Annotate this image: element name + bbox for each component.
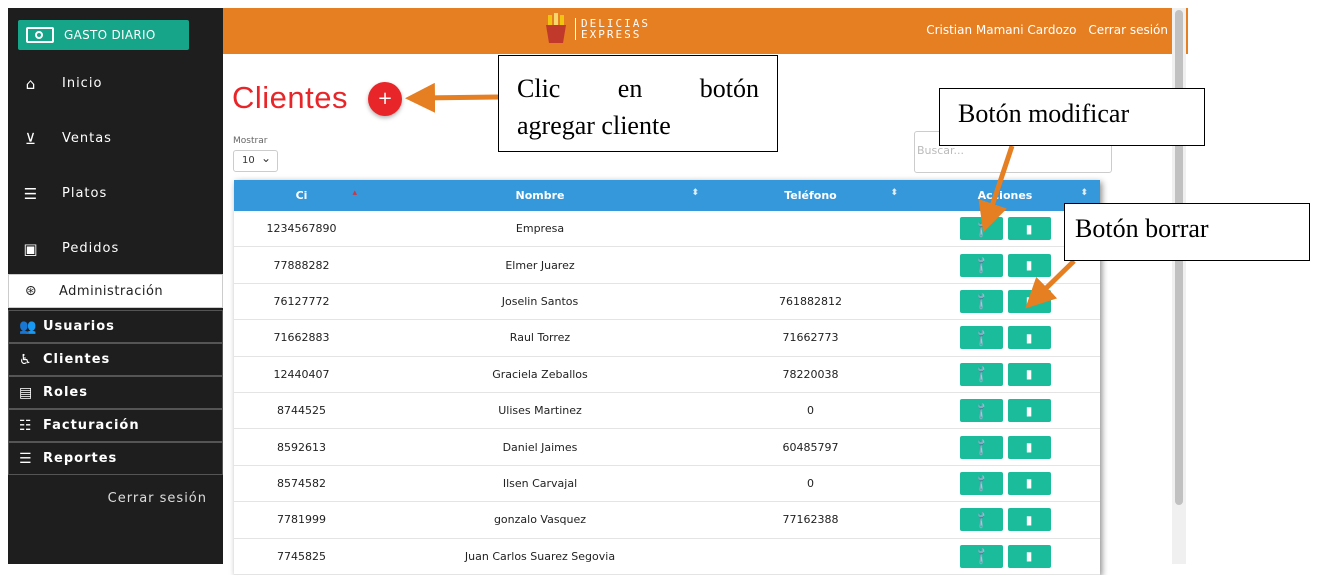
arrow-to-add-button	[405, 82, 499, 113]
arrow-to-edit-button	[978, 145, 1015, 233]
arrow-to-delete-button	[1025, 259, 1076, 309]
callout-add-client: Clic en botón agregar cliente	[498, 55, 778, 152]
callout-delete: Botón borrar	[1064, 203, 1310, 261]
callout-modify: Botón modificar	[939, 88, 1205, 146]
